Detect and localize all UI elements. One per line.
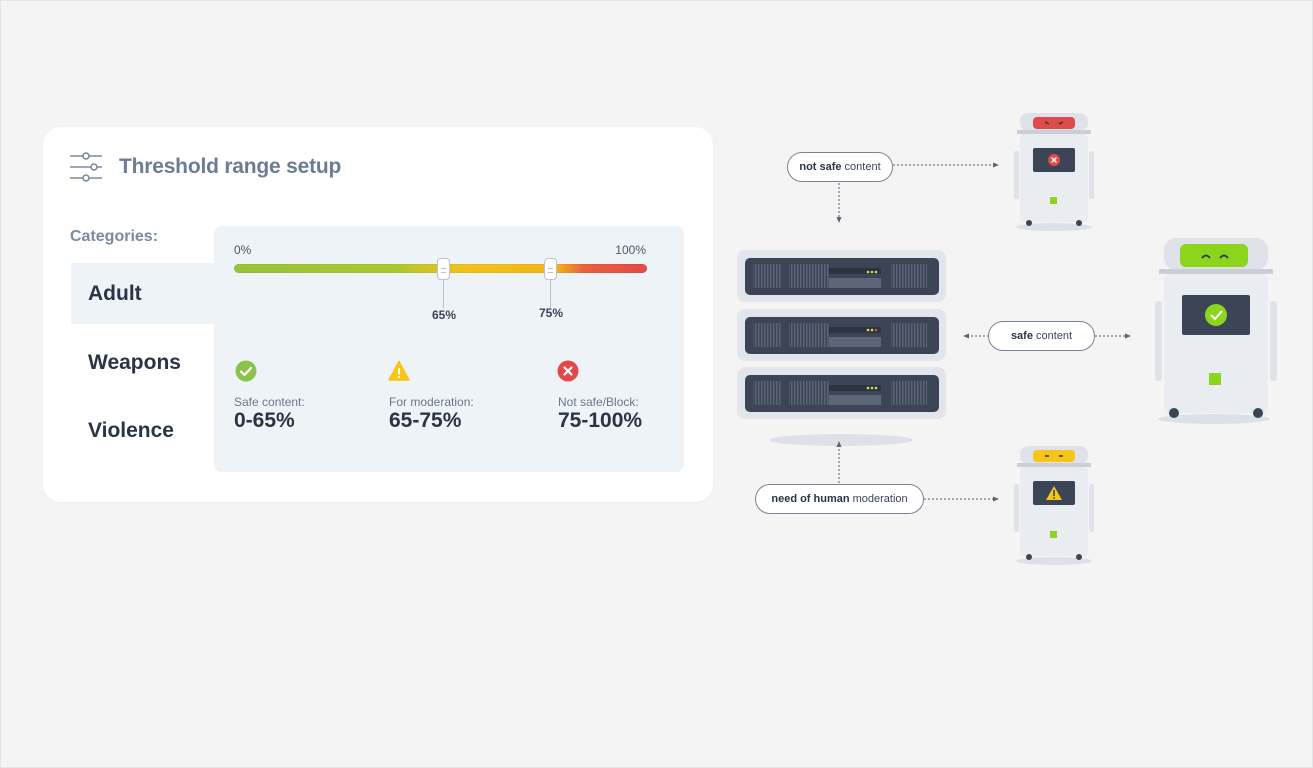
card-header: Threshold range setup — [69, 151, 341, 183]
lower-threshold-label: 65% — [432, 308, 457, 322]
upper-threshold-label: 75% — [539, 306, 564, 320]
robot-safe-icon — [1155, 238, 1277, 424]
safe-rest: content — [1035, 330, 1073, 342]
human-bold: need of human — [771, 493, 850, 505]
card-title: Threshold range setup — [119, 155, 342, 178]
not-safe-bold: not safe — [799, 161, 842, 173]
sliders-icon — [70, 152, 102, 182]
categories-label: Categories: — [70, 228, 159, 245]
lower-threshold-stem — [443, 280, 444, 308]
block-status-value: 75-100% — [558, 409, 643, 432]
upper-threshold-handle[interactable] — [544, 258, 557, 280]
human-moderation-label: need of human moderation — [755, 484, 924, 514]
moderation-status-title: For moderation: — [389, 395, 474, 409]
category-violence[interactable]: Violence — [71, 400, 231, 461]
not-safe-content-label: not safe content — [787, 152, 893, 182]
safe-status-value: 0-65% — [234, 409, 295, 432]
upper-threshold-stem — [550, 280, 551, 308]
check-circle-icon — [235, 360, 257, 382]
threshold-panel: 0% 100% 65% 75% Safe content: 0-65% For … — [214, 226, 684, 472]
warning-triangle-icon — [388, 360, 410, 381]
human-rest: moderation — [852, 493, 908, 505]
safe-status-title: Safe content: — [234, 395, 305, 409]
threshold-card: Threshold range setup Categories: Adult … — [43, 127, 713, 502]
lower-threshold-handle[interactable] — [437, 258, 450, 280]
not-safe-rest: content — [844, 161, 881, 173]
category-weapons[interactable]: Weapons — [71, 332, 231, 393]
safe-content-label: safe content — [988, 321, 1095, 351]
robot-blocked-icon — [1014, 113, 1094, 231]
x-circle-icon — [557, 360, 579, 382]
safe-bold: safe — [1010, 330, 1033, 342]
server-stack-icon — [737, 250, 946, 446]
moderation-diagram: not safe content safe content need of hu… — [731, 101, 1291, 581]
range-max-label: 100% — [615, 243, 646, 257]
robot-moderation-icon — [1014, 446, 1094, 565]
range-min-label: 0% — [234, 243, 252, 257]
block-status-title: Not safe/Block: — [558, 395, 639, 409]
moderation-status-value: 65-75% — [389, 409, 462, 432]
